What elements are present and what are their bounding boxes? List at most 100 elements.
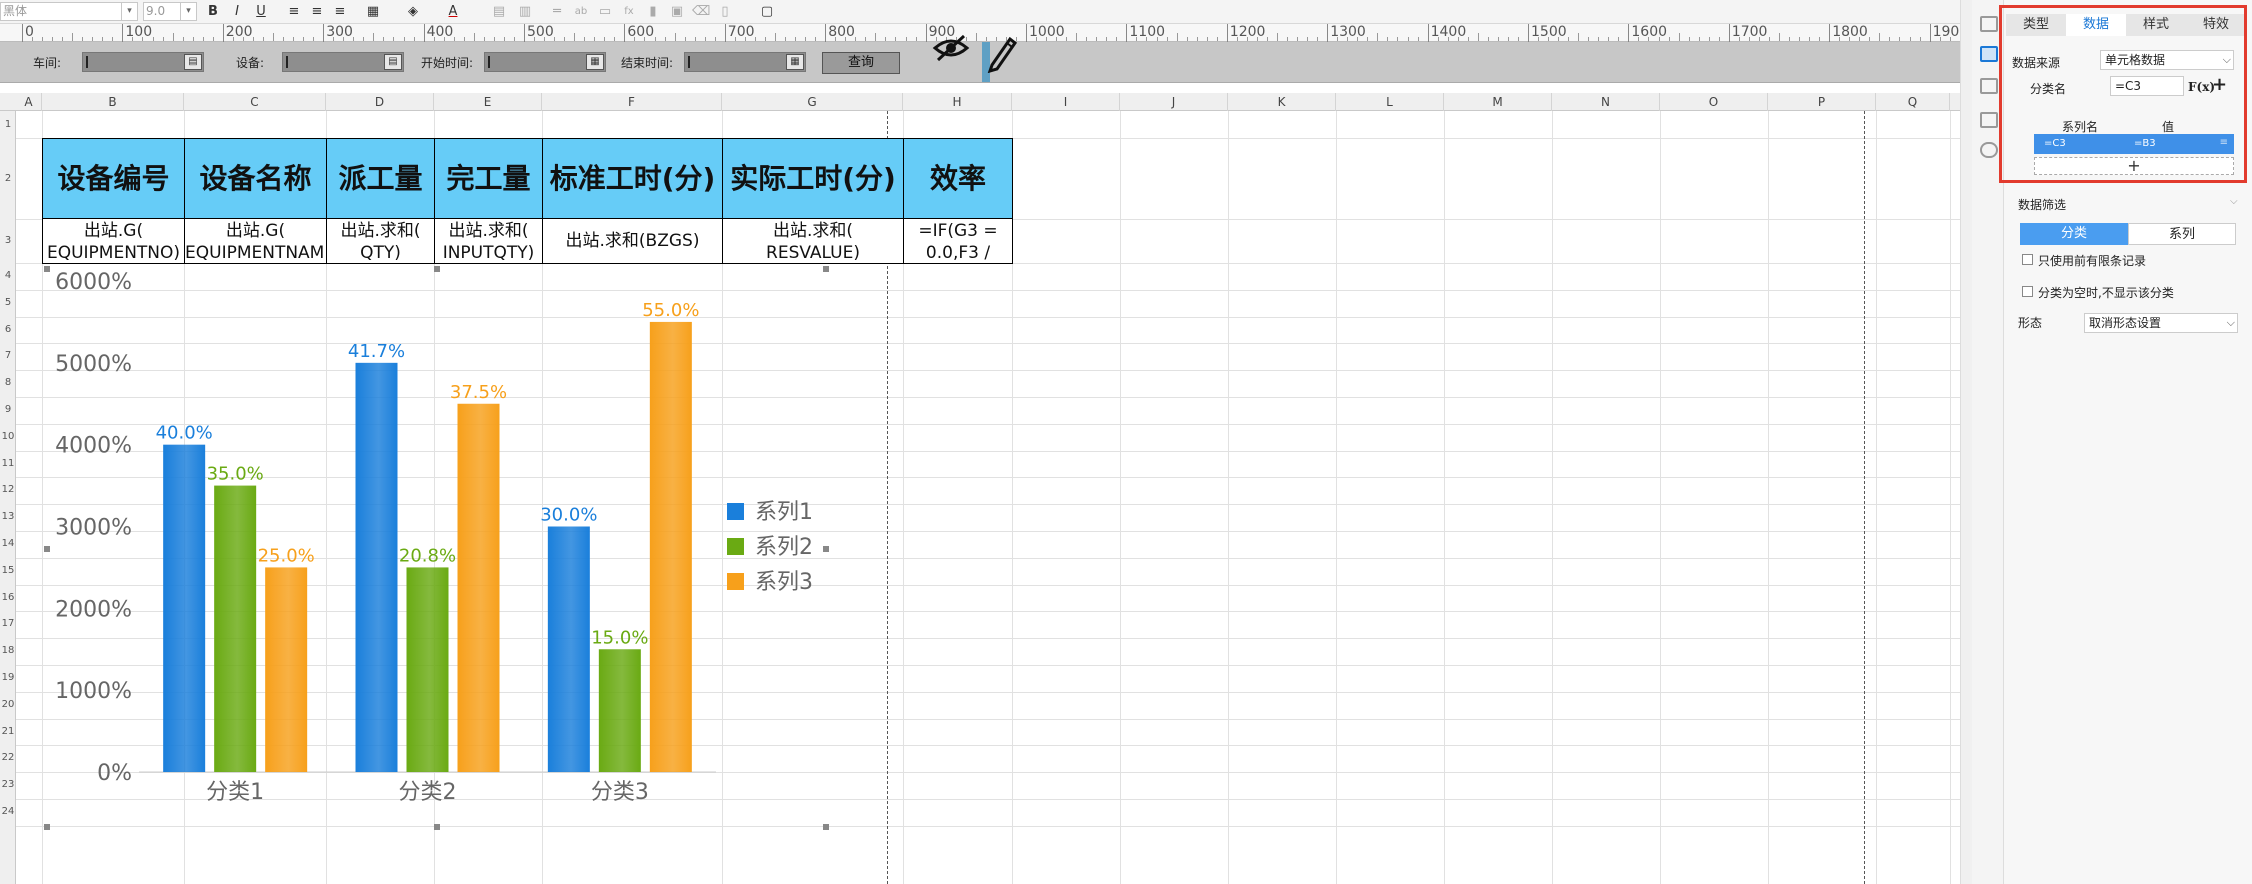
table-formula-cell[interactable]: 出站.求和(INPUTQTY): [434, 218, 543, 264]
dropdown-icon[interactable]: ▤: [184, 54, 202, 70]
workshop-input[interactable]: ▤: [82, 52, 204, 72]
column-header[interactable]: H: [903, 93, 1012, 111]
split-cells-icon[interactable]: ▥: [516, 3, 534, 21]
column-header[interactable]: C: [184, 93, 326, 111]
resize-handle[interactable]: [44, 824, 50, 830]
align-right-icon[interactable]: ≡: [331, 3, 349, 21]
link-icon[interactable]: [1980, 142, 1998, 158]
row-header[interactable]: 24: [0, 799, 16, 826]
text-color-button[interactable]: A: [444, 3, 462, 21]
query-button[interactable]: 查询: [822, 52, 900, 74]
abc-icon[interactable]: ab: [572, 3, 590, 21]
chart-properties-icon[interactable]: [1980, 46, 1998, 62]
resize-handle[interactable]: [823, 546, 829, 552]
table-formula-cell[interactable]: 出站.G(EQUIPMENTNAME: [184, 218, 327, 264]
table-formula-cell[interactable]: =IF(G3 = 0.0,F3 /: [903, 218, 1013, 264]
row-header[interactable]: 16: [0, 585, 16, 612]
dropdown-icon[interactable]: ▤: [384, 54, 402, 70]
row-header[interactable]: 23: [0, 772, 16, 799]
table-header-cell[interactable]: 完工量: [434, 138, 543, 219]
table-formula-cell[interactable]: 出站.求和(QTY): [326, 218, 435, 264]
row-header[interactable]: 8: [0, 370, 16, 397]
font-family-select[interactable]: 黑体 ▾: [0, 2, 138, 21]
row-header[interactable]: 13: [0, 504, 16, 531]
column-header[interactable]: E: [434, 93, 542, 111]
table-header-cell[interactable]: 标准工时(分): [542, 138, 723, 219]
form-select[interactable]: 取消形态设置 ⌵: [2084, 313, 2238, 333]
table-header-cell[interactable]: 设备名称: [184, 138, 327, 219]
eraser-icon[interactable]: ⌫: [692, 3, 710, 21]
format-icon[interactable]: ▭: [596, 3, 614, 21]
row-header[interactable]: 9: [0, 397, 16, 424]
row-header[interactable]: 15: [0, 558, 16, 585]
layers-icon[interactable]: [1980, 112, 1998, 128]
align-center-icon[interactable]: ≡: [308, 3, 326, 21]
table-header-cell[interactable]: 设备编号: [42, 138, 185, 219]
font-size-select[interactable]: 9.0 ▾: [143, 2, 197, 21]
row-header[interactable]: 22: [0, 745, 16, 772]
column-header[interactable]: M: [1444, 93, 1552, 111]
row-header[interactable]: 12: [0, 477, 16, 504]
collapse-icon[interactable]: ⌵: [2230, 196, 2238, 207]
calendar-icon[interactable]: ▦: [586, 54, 604, 70]
row-header[interactable]: 1: [0, 111, 16, 138]
row-header[interactable]: 19: [0, 665, 16, 692]
column-header[interactable]: Q: [1876, 93, 1950, 111]
column-header[interactable]: F: [542, 93, 722, 111]
table-formula-cell[interactable]: 出站.G(EQUIPMENTNO): [42, 218, 185, 264]
pencil-icon[interactable]: [982, 33, 1018, 73]
bar-chart[interactable]: 0% 1000% 2000% 3000% 4000% 5000% 6000% 40.0% 35.…: [44, 263, 824, 828]
column-header[interactable]: B: [42, 93, 184, 111]
row-header[interactable]: 6: [0, 317, 16, 344]
row-header[interactable]: 7: [0, 343, 16, 370]
row-header[interactable]: 2: [0, 138, 16, 219]
column-header[interactable]: J: [1120, 93, 1228, 111]
column-header[interactable]: G: [722, 93, 903, 111]
underline-button[interactable]: U: [252, 3, 270, 21]
limit-records-checkbox[interactable]: [2022, 254, 2033, 265]
eye-hidden-icon[interactable]: [932, 33, 970, 63]
fill-color-icon[interactable]: ◈: [404, 3, 422, 21]
table-header-cell[interactable]: 实际工时(分): [722, 138, 904, 219]
resize-handle[interactable]: [434, 824, 440, 830]
resize-handle[interactable]: [823, 824, 829, 830]
resize-handle[interactable]: [44, 546, 50, 552]
column-header[interactable]: O: [1660, 93, 1768, 111]
column-header[interactable]: P: [1768, 93, 1876, 111]
row-header[interactable]: 5: [0, 290, 16, 317]
column-header[interactable]: D: [326, 93, 434, 111]
row-header[interactable]: 4: [0, 263, 16, 290]
resize-handle[interactable]: [44, 266, 50, 272]
row-header[interactable]: 11: [0, 451, 16, 478]
image-icon[interactable]: ▣: [668, 3, 686, 21]
align-left-icon[interactable]: ≡: [285, 3, 303, 21]
column-header[interactable]: L: [1336, 93, 1444, 111]
table-header-cell[interactable]: 派工量: [326, 138, 435, 219]
data-filter-section[interactable]: 数据筛选: [2018, 196, 2066, 213]
row-header[interactable]: 20: [0, 692, 16, 719]
seg-series[interactable]: 系列: [2128, 223, 2236, 245]
seg-category[interactable]: 分类: [2020, 223, 2128, 245]
resize-handle[interactable]: [823, 266, 829, 272]
vertical-scrollbar[interactable]: [1960, 0, 1972, 884]
table-formula-cell[interactable]: 出站.求和(BZGS): [542, 218, 723, 264]
column-header[interactable]: I: [1012, 93, 1120, 111]
calendar-icon[interactable]: ▦: [786, 54, 804, 70]
cell-properties-icon[interactable]: [1980, 16, 1998, 32]
widget-icon[interactable]: [1980, 78, 1998, 94]
row-header[interactable]: 14: [0, 531, 16, 558]
row-header[interactable]: 10: [0, 424, 16, 451]
merge-cells-icon[interactable]: ▤: [490, 3, 508, 21]
row-header[interactable]: 21: [0, 719, 16, 746]
frame-icon[interactable]: ▢: [758, 3, 776, 21]
row-header[interactable]: 17: [0, 611, 16, 638]
row-header[interactable]: 18: [0, 638, 16, 665]
empty-category-checkbox[interactable]: [2022, 286, 2033, 297]
table-header-cell[interactable]: 效率: [903, 138, 1013, 219]
clipboard-icon[interactable]: ▯: [716, 3, 734, 21]
resize-handle[interactable]: [434, 266, 440, 272]
bold-button[interactable]: B: [204, 3, 222, 21]
chart-icon[interactable]: ▮: [644, 3, 662, 21]
end-time-input[interactable]: ▦: [684, 52, 806, 72]
border-icon[interactable]: ▦: [364, 3, 382, 21]
